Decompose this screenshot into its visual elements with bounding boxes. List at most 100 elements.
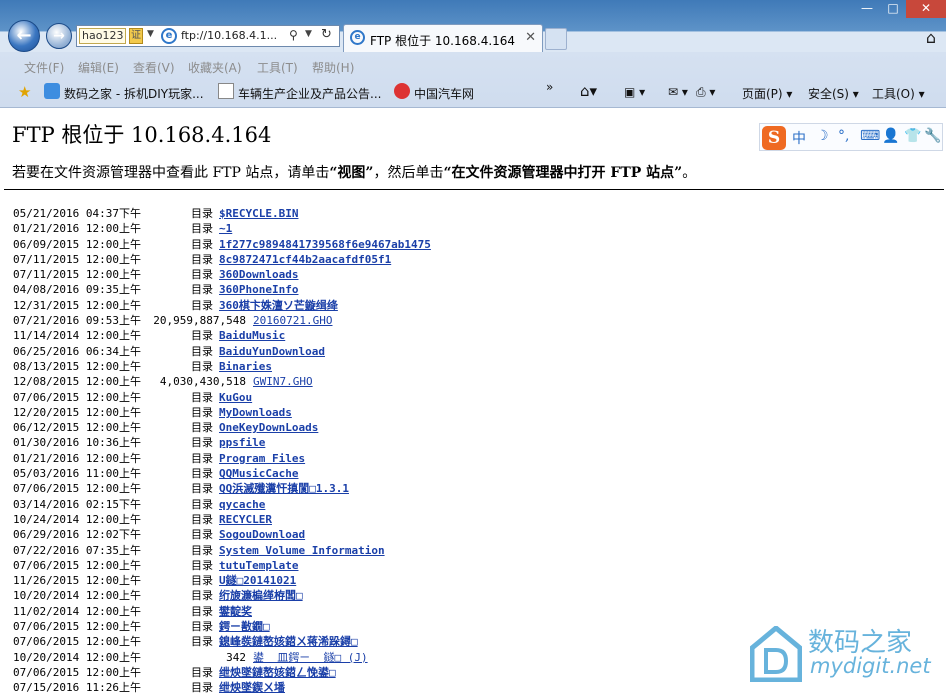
menu-file[interactable]: 文件(F) [24,59,64,76]
item-type: 目录 [191,252,213,266]
page-menu[interactable]: 页面(P) ▾ [742,85,792,102]
directory-link[interactable]: Binaries [219,359,272,374]
directory-link[interactable]: KuGou [219,390,252,405]
minimize-button[interactable]: — [854,0,880,18]
item-type: 目录 [191,589,213,603]
item-type: 目录 [191,497,213,511]
feeds-icon[interactable]: ▣ ▾ [624,85,645,99]
directory-link[interactable]: ppsfile [219,435,265,450]
chevron-down-icon[interactable]: ▼ [305,29,312,39]
menu-favorites[interactable]: 收藏夹(A) [188,59,242,76]
hint-view: “视图” [329,165,374,181]
favorites-bar: ★ 数码之家 - 拆机DIY玩家... 车辆生产企业及产品公告... 中国汽车网… [0,80,946,106]
directory-link[interactable]: 360PhoneInfo [219,282,298,297]
item-date: 07/06/2015 12:00上午 [13,620,141,634]
directory-link[interactable]: BaiduYunDownload [219,344,325,359]
item-date: 07/11/2015 12:00上午 [13,268,141,282]
tools-menu[interactable]: 工具(O) ▾ [872,85,925,102]
item-date: 12/08/2015 12:00上午 [13,375,141,389]
hint-part: 若要在文件资源管理器中查看此 FTP 站点，请单击 [12,165,330,181]
directory-link[interactable]: Program Files [219,451,305,466]
refresh-icon[interactable]: ↻ [321,27,332,42]
favorite-item[interactable]: 车辆生产企业及产品公告... [238,85,381,102]
keyboard-icon[interactable]: ⌨ [860,128,880,144]
directory-link[interactable]: QQ浜滅殲瀵忓搷閬□1.3.1 [219,481,349,496]
window-close-button[interactable]: ✕ [906,0,946,18]
directory-link[interactable]: 鐢靛奖 [219,604,252,619]
item-date: 04/08/2016 09:35上午 [13,283,141,297]
hint-text: 若要在文件资源管理器中查看此 FTP 站点，请单击“视图”，然后单击“在文件资源… [12,162,696,182]
address-bar[interactable]: hao123 证 ▼ e ftp://10.168.4.1... ⚲ ▼ ↻ [76,25,340,47]
new-tab-button[interactable] [545,28,567,50]
chevron-down-icon[interactable]: ▼ [147,29,154,39]
file-link[interactable]: GWIN7.GHO [253,374,313,389]
hint-part: 。 [682,165,697,181]
item-date: 07/06/2015 12:00上午 [13,558,141,572]
url-text[interactable]: ftp://10.168.4.1... [181,29,277,42]
file-link[interactable]: 20160721.GHO [253,313,332,328]
directory-link[interactable]: System Volume Information [219,543,385,558]
directory-link[interactable]: tutuTemplate [219,558,298,573]
print-icon[interactable]: ⎙ ▾ [696,85,715,100]
directory-link[interactable]: 360棋卞姝澶ソ芒鏇缉绛 [219,298,338,313]
directory-link[interactable]: U鐩□20141021 [219,573,296,588]
directory-link[interactable]: 绗旇濂楄缂栫闆□ [219,588,303,603]
site-icon [44,83,60,99]
close-icon[interactable]: ✕ [525,30,536,45]
directory-link[interactable]: 绁炴墜鍥ㄨ墦 [219,680,285,695]
directory-link[interactable]: qycache [219,497,265,512]
menu-help[interactable]: 帮助(H) [312,59,354,76]
item-date: 10/24/2014 12:00上午 [13,512,141,526]
more-chevron[interactable]: » [546,80,553,94]
menu-view[interactable]: 查看(V) [133,59,175,76]
certificate-icon[interactable]: 证 [129,28,143,44]
file-link[interactable]: 鍙 皿鍔ㄧ 鐩□ (J) [253,650,368,665]
directory-link[interactable]: 360Downloads [219,267,298,282]
item-type: 目录 [191,635,213,649]
item-date: 01/21/2016 12:00上午 [13,451,141,465]
home-icon[interactable]: ⌂ [926,28,936,47]
user-icon[interactable]: 👤 [882,128,899,144]
back-button[interactable]: ← [8,20,40,52]
wrench-icon[interactable]: 🔧 [924,128,941,144]
directory-link[interactable]: QQMusicCache [219,466,298,481]
divider [4,189,944,190]
star-icon[interactable]: ★ [18,83,34,101]
tab-title: FTP 根位于 10.168.4.164 [370,34,516,48]
menu-edit[interactable]: 编辑(E) [78,59,119,76]
search-icon[interactable]: ⚲ [289,28,298,42]
favorite-item[interactable]: 中国汽车网 [414,85,474,102]
item-size: 4,030,430,518 [159,375,246,389]
favorite-item[interactable]: 数码之家 - 拆机DIY玩家... [64,85,204,102]
directory-link[interactable]: RECYCLER [219,512,272,527]
directory-link[interactable]: 鍔ㄧ敾鐗□ [219,619,270,634]
shirt-icon[interactable]: 👕 [904,128,921,144]
directory-link[interactable]: OneKeyDownLoads [219,420,318,435]
home-icon[interactable]: ⌂▾ [580,82,597,100]
safety-menu[interactable]: 安全(S) ▾ [808,85,859,102]
moon-icon[interactable]: ☽ [816,128,829,144]
ie-icon: e [161,28,177,44]
maximize-button[interactable]: □ [880,0,906,18]
directory-link[interactable]: MyDownloads [219,405,292,420]
directory-link[interactable]: ~1 [219,221,232,236]
directory-link[interactable]: SogouDownload [219,527,305,542]
item-date: 10/20/2014 12:00上午 [13,589,141,603]
directory-link[interactable]: 鎴峰彂鏈嶅姟鍣ㄨ蒋浠跺鐞□ [219,634,358,649]
item-date: 03/14/2016 02:15下午 [13,497,141,511]
item-date: 05/03/2016 11:00上午 [13,467,141,481]
forward-button[interactable]: → [46,23,72,49]
menu-tools[interactable]: 工具(T) [257,59,298,76]
directory-link[interactable]: 绁炴墜鏈嶅姟鍣ㄥ悗鍙□ [219,665,336,680]
directory-link[interactable]: 1f277c9894841739568f6e9467ab1475 [219,237,431,252]
browser-chrome: ← → hao123 证 ▼ e ftp://10.168.4.1... ⚲ ▼… [0,0,946,108]
directory-link[interactable]: $RECYCLE.BIN [219,206,298,221]
directory-link[interactable]: 8c9872471cf44b2aacafdf05f1 [219,252,391,267]
mail-icon[interactable]: ✉ ▾ [668,85,688,99]
sogou-icon[interactable]: S [762,126,786,150]
chinese-mode-icon[interactable]: 中 [792,128,806,148]
tab-ftp[interactable]: e FTP 根位于 10.168.4.164 ✕ [343,24,543,52]
directory-link[interactable]: BaiduMusic [219,328,285,343]
punctuation-icon[interactable]: °, [838,128,849,144]
hao123-badge[interactable]: hao123 [79,28,127,44]
